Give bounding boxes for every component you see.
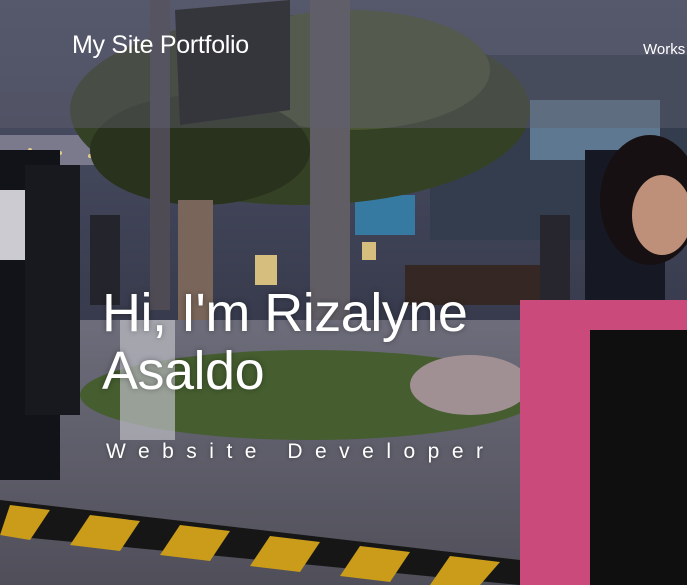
site-header: My Site Portfolio Works <box>0 0 687 128</box>
hero-role-subtitle: Website Developer <box>106 440 496 463</box>
site-title-link[interactable]: My Site Portfolio <box>72 31 249 60</box>
nav-item-works[interactable]: Works <box>643 41 685 58</box>
hero-name-heading: Hi, I'm Rizalyne Asaldo <box>102 283 468 401</box>
